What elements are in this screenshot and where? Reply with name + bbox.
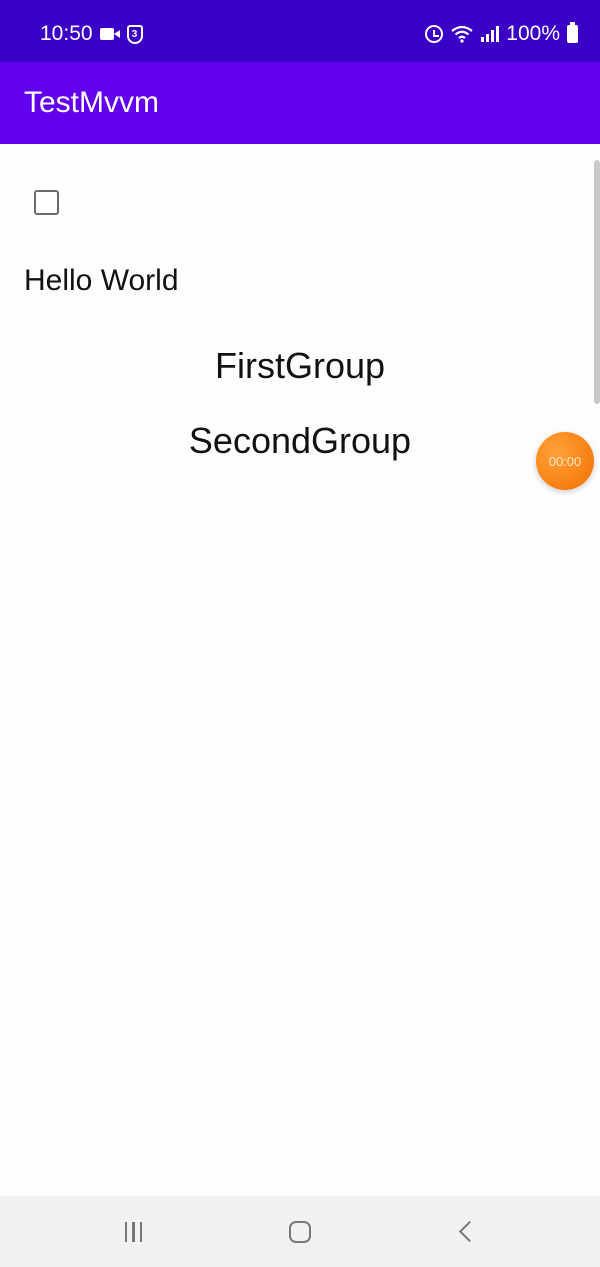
screen-record-icon [99,27,120,41]
status-time: 10:50 [40,22,93,45]
wifi-icon [451,25,473,43]
recents-button[interactable] [98,1207,168,1257]
shield-icon: 3 [126,24,143,44]
alarm-icon [425,25,444,43]
app-bar: TestMvvm [0,62,600,144]
back-icon [459,1220,481,1243]
scrollbar[interactable] [594,160,600,404]
signal-icon [481,26,500,42]
timer-text: 00:00 [548,453,582,469]
battery-icon [567,22,578,43]
main-content: Hello World FirstGroup SecondGroup 00:00 [0,144,600,1196]
status-left: 10:50 3 [40,22,143,46]
first-group-label[interactable]: FirstGroup [0,345,600,387]
navigation-bar [0,1196,600,1267]
recording-timer-bubble[interactable]: 00:00 [536,432,594,490]
home-icon [288,1220,311,1243]
hello-text: Hello World [24,264,179,297]
status-right: 100% [425,22,578,46]
back-button[interactable] [432,1207,502,1257]
second-group-label[interactable]: SecondGroup [0,420,600,462]
home-button[interactable] [265,1207,335,1257]
status-bar: 10:50 3 100% [0,0,600,62]
app-title: TestMvvm [24,86,159,119]
checkbox[interactable] [34,190,59,215]
battery-percent: 100% [506,22,560,45]
recents-icon [124,1221,143,1242]
